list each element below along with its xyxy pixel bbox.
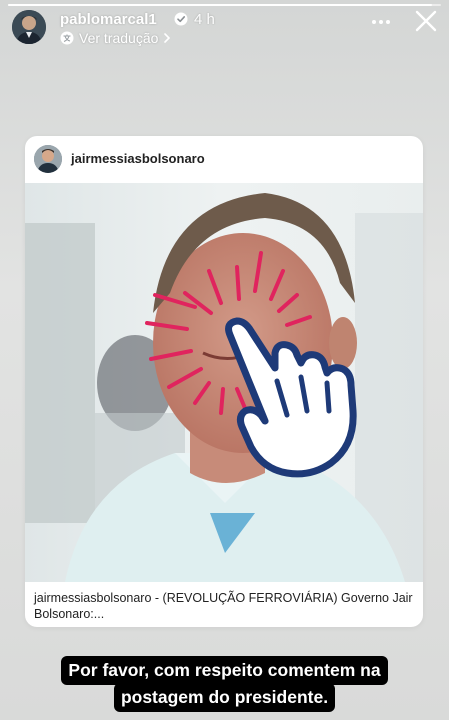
post-author-avatar[interactable] bbox=[34, 145, 62, 173]
overlay-line-1: Por favor, com respeito comentem na bbox=[61, 656, 388, 685]
translate-label: Ver tradução bbox=[79, 30, 159, 46]
chevron-right-icon bbox=[164, 33, 171, 43]
shared-post-card[interactable]: jairmessiasbolsonaro jairmessiasbolsonar… bbox=[25, 136, 423, 627]
verified-badge-icon bbox=[174, 12, 188, 26]
close-icon[interactable] bbox=[413, 8, 439, 34]
translate-button[interactable]: Ver tradução bbox=[60, 30, 171, 46]
more-horizontal-icon bbox=[372, 20, 376, 24]
more-dot bbox=[386, 20, 390, 24]
caption-username[interactable]: jairmessiasbolsonaro bbox=[34, 591, 151, 605]
story-progress-bar bbox=[8, 4, 441, 6]
story-header: pablomarcal1 4 h Ver tradução bbox=[12, 8, 439, 48]
avatar[interactable] bbox=[12, 10, 46, 44]
story-username[interactable]: pablomarcal1 bbox=[60, 11, 157, 28]
overlay-line-2: postagem do presidente. bbox=[113, 683, 336, 712]
more-options-button[interactable] bbox=[371, 12, 391, 32]
post-caption: jairmessiasbolsonaro - (REVOLUÇÃO FERROV… bbox=[34, 590, 413, 622]
story-progress-fill bbox=[8, 4, 433, 6]
story-text-overlay: Por favor, com respeito comentem na post… bbox=[0, 656, 449, 712]
story-timestamp: 4 h bbox=[194, 11, 215, 28]
post-photo[interactable] bbox=[25, 183, 423, 582]
post-author-username[interactable]: jairmessiasbolsonaro bbox=[71, 151, 205, 166]
translate-icon bbox=[60, 31, 74, 45]
more-dot bbox=[379, 20, 383, 24]
